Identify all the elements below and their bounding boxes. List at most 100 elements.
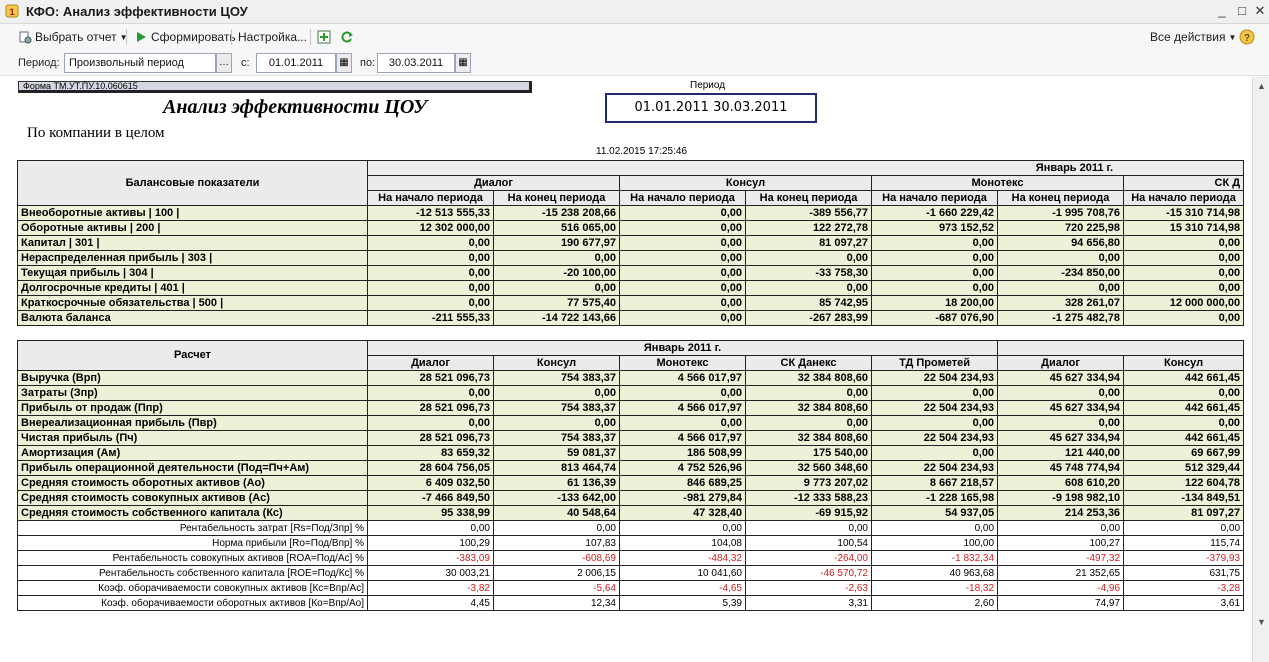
balance-cell: 0,00: [367, 250, 494, 266]
calc-cell: 512 329,44: [1123, 460, 1245, 476]
calc-company-header: Диалог: [997, 355, 1125, 371]
balance-cell: -33 758,30: [745, 265, 872, 281]
balance-row: Валюта баланса -211 555,33 -14 722 143,66 0…: [17, 310, 1245, 326]
ratio-row-label: Рентабельность затрат [Rs=Под/Зпр] %: [17, 520, 368, 536]
calc-cell: -12 333 588,23: [745, 490, 872, 506]
balance-cell: 0,00: [745, 250, 872, 266]
balance-cell: 0,00: [1122, 310, 1245, 326]
ratio-cell: 0,00: [367, 520, 494, 536]
calc-cell: 754 383,37: [493, 370, 620, 386]
balance-row-label: Оборотные активы | 200 |: [17, 220, 368, 236]
calc-row: Внереализационная прибыль (Пвр) 0,00 0,00 0…: [17, 415, 1245, 431]
ratio-cell: 0,00: [619, 520, 746, 536]
calc-cell: 45 627 334,94: [997, 400, 1125, 416]
balance-header-cell: Балансовые показатели: [17, 160, 368, 206]
calendar-to-icon[interactable]: ▦: [455, 53, 471, 73]
period-select-button[interactable]: …: [216, 53, 232, 73]
balance-cell: 0,00: [871, 235, 998, 251]
period-type-field[interactable]: Произвольный период: [64, 53, 216, 73]
calc-cell: 28 604 756,05: [367, 460, 494, 476]
calc-cell: 4 566 017,97: [619, 400, 746, 416]
calc-cell: 32 384 808,60: [745, 430, 872, 446]
date-to-field[interactable]: 30.03.2011: [377, 53, 455, 73]
help-button[interactable]: ?: [1239, 28, 1255, 46]
select-report-button[interactable]: Выбрать отчет ▼: [18, 28, 128, 46]
balance-cell: 0,00: [871, 250, 998, 266]
balance-company-header: Монотекс: [871, 175, 1124, 191]
balance-cell: -1 660 229,42: [871, 205, 998, 221]
calc-cell: 0,00: [1123, 415, 1245, 431]
balance-cell: 0,00: [619, 220, 746, 236]
to-label: по:: [360, 57, 376, 69]
calc-cell: 32 384 808,60: [745, 370, 872, 386]
balance-row-label: Нераспределенная прибыль | 303 |: [17, 250, 368, 266]
calc-cell: 4 566 017,97: [619, 430, 746, 446]
balance-cell: 12 302 000,00: [367, 220, 494, 236]
balance-cell: 516 065,00: [493, 220, 620, 236]
calc-cell: 45 748 774,94: [997, 460, 1125, 476]
calc-cell: 45 627 334,94: [997, 430, 1125, 446]
ratio-row: Рентабельность совокупных активов [ROA=П…: [17, 550, 1245, 566]
balance-cell: 328 261,07: [997, 295, 1124, 311]
calc-cell: -9 198 982,10: [997, 490, 1125, 506]
scroll-up-icon[interactable]: ▲: [1256, 81, 1267, 92]
all-actions-button[interactable]: Все действия ▼: [1150, 28, 1236, 46]
maximize-icon[interactable]: □: [1234, 3, 1250, 19]
period-label: Период:: [18, 57, 60, 69]
close-icon[interactable]: ✕: [1252, 3, 1268, 19]
balance-cell: 0,00: [367, 235, 494, 251]
ratio-cell: 100,29: [367, 535, 494, 551]
calc-cell: 442 661,45: [1123, 430, 1245, 446]
app-icon: 1: [5, 4, 19, 18]
from-label: с:: [241, 57, 250, 69]
balance-cell: 973 152,52: [871, 220, 998, 236]
balance-cell: -687 076,90: [871, 310, 998, 326]
calendar-from-icon[interactable]: ▦: [336, 53, 352, 73]
balance-month-header: Январь 2011 г.: [366, 160, 1245, 176]
calc-row-label: Внереализационная прибыль (Пвр): [17, 415, 368, 431]
calc-cell: 0,00: [493, 385, 620, 401]
calc-cell: 59 081,37: [493, 445, 620, 461]
ratio-cell: -4,96: [997, 580, 1125, 596]
balance-row-label: Валюта баланса: [17, 310, 368, 326]
balance-cell: 0,00: [367, 280, 494, 296]
window-title: КФО: Анализ эффективности ЦОУ: [26, 4, 248, 19]
calc-cell: 22 504 234,93: [870, 370, 999, 386]
settings-label: Настройка...: [238, 30, 308, 44]
refresh-button[interactable]: [340, 28, 354, 46]
chevron-down-icon: ▼: [1228, 32, 1237, 42]
balance-cell: 0,00: [871, 280, 998, 296]
calc-row-label: Чистая прибыль (Пч): [17, 430, 368, 446]
calc-cell: 0,00: [493, 415, 620, 431]
all-actions-label: Все действия: [1150, 30, 1226, 44]
calc-row-label: Прибыль операционной деятельности (Под=П…: [17, 460, 368, 476]
form-code: Форма ТМ.УТ.ПУ.10.060615: [18, 81, 532, 93]
calc-row: Прибыль операционной деятельности (Под=П…: [17, 460, 1245, 476]
minimize-icon[interactable]: _: [1214, 3, 1230, 19]
calc-cell: 28 521 096,73: [367, 430, 494, 446]
calc-cell: 4 566 017,97: [619, 370, 746, 386]
window-titlebar: 1 КФО: Анализ эффективности ЦОУ _ □ ✕: [0, 0, 1269, 24]
calc-cell: -133 642,00: [493, 490, 620, 506]
scroll-down-icon[interactable]: ▼: [1256, 617, 1267, 628]
calc-cell: 6 409 032,50: [367, 475, 494, 491]
ratio-cell: -3,82: [367, 580, 494, 596]
balance-cell: 0,00: [1122, 265, 1245, 281]
ratio-row: Коэф. оборачиваемости оборотных активов …: [17, 595, 1245, 611]
calc-row: Средняя стоимость совокупных активов (Ас…: [17, 490, 1245, 506]
calc-cell: 22 504 234,93: [870, 460, 999, 476]
calc-cell: 95 338,99: [367, 505, 494, 521]
ratio-cell: 2 006,15: [493, 565, 620, 581]
balance-cell: -12 513 555,33: [367, 205, 494, 221]
calc-row-label: Амортизация (Ам): [17, 445, 368, 461]
balance-cell: 81 097,27: [745, 235, 872, 251]
generate-button[interactable]: Сформировать: [134, 28, 236, 46]
date-from-field[interactable]: 01.01.2011: [256, 53, 336, 73]
plus-box-icon: [317, 30, 331, 44]
vertical-scrollbar[interactable]: ▲ ▼: [1252, 77, 1269, 662]
add-button[interactable]: [317, 28, 331, 46]
ratio-cell: 631,75: [1123, 565, 1245, 581]
ratio-cell: -484,32: [619, 550, 746, 566]
balance-cell: 0,00: [1122, 235, 1245, 251]
settings-button[interactable]: Настройка...: [238, 28, 307, 46]
